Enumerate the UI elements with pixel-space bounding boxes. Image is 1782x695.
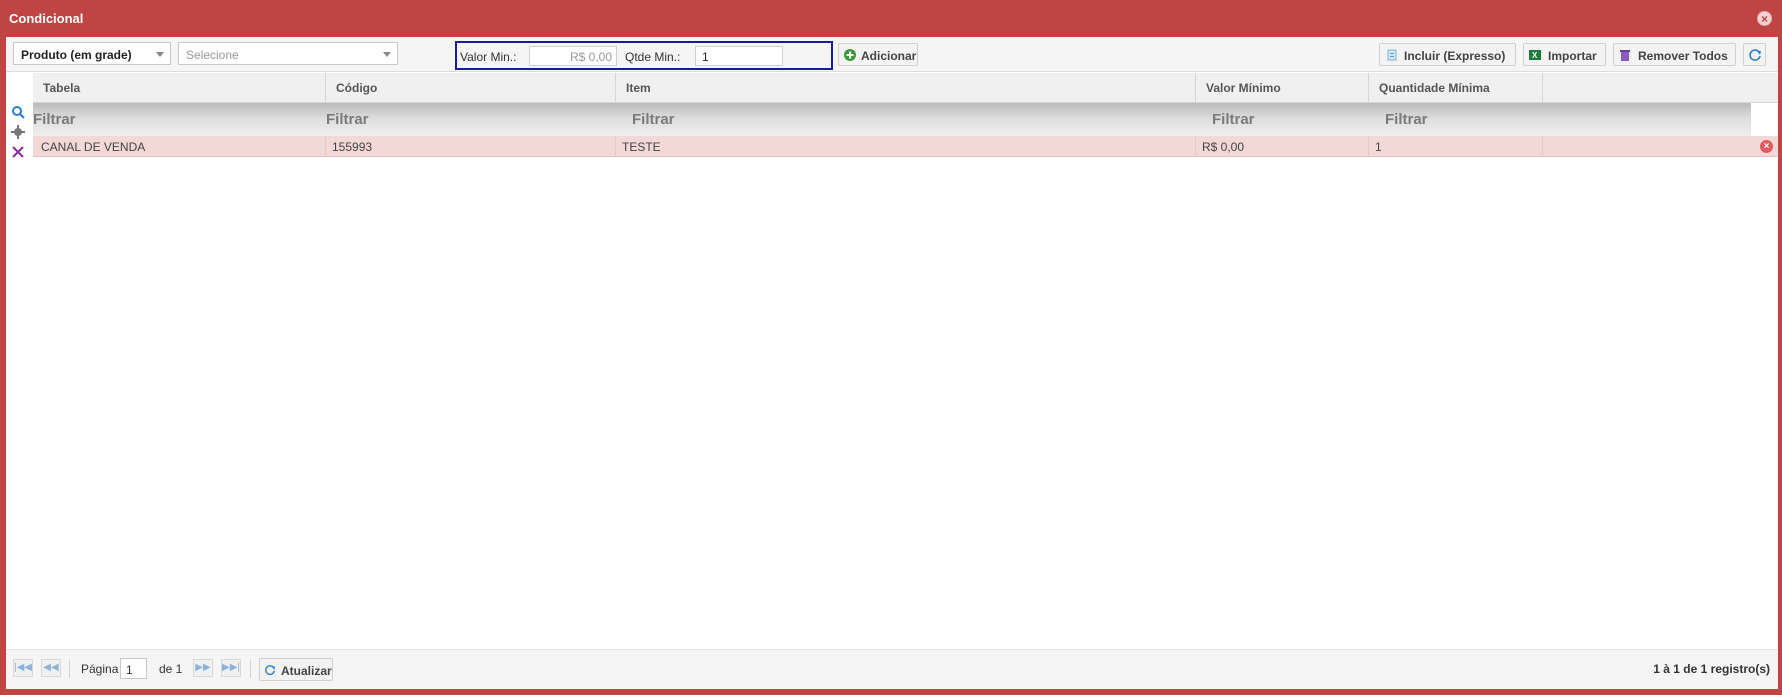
column-header-valor-minimo[interactable]: Valor Mínimo xyxy=(1196,73,1369,103)
remover-todos-label: Remover Todos xyxy=(1638,49,1728,63)
grid-side-tools xyxy=(6,73,30,613)
condicional-window: Condicional × Produto (em grade) Selecio… xyxy=(0,0,1782,695)
chevron-down-icon xyxy=(156,52,164,57)
first-page-icon[interactable]: |◀◀ xyxy=(13,659,33,677)
column-header-tabela[interactable]: Tabela xyxy=(33,73,326,103)
incluir-label: Incluir (Expresso) xyxy=(1404,49,1506,63)
type-select[interactable]: Produto (em grade) xyxy=(13,42,171,65)
atualizar-button[interactable]: Atualizar xyxy=(259,658,333,681)
cell-quantidade-minima: 1 xyxy=(1369,136,1543,157)
filter-tabela[interactable]: Filtrar xyxy=(33,103,326,136)
filter-valor-minimo[interactable]: Filtrar xyxy=(1196,103,1369,136)
item-select[interactable]: Selecione xyxy=(178,42,398,65)
refresh-icon xyxy=(1749,49,1761,61)
column-header-item[interactable]: Item xyxy=(616,73,1196,103)
importar-button[interactable]: X Importar xyxy=(1523,43,1606,66)
cell-tabela: CANAL DE VENDA xyxy=(33,136,326,157)
svg-text:X: X xyxy=(1532,51,1538,60)
remover-todos-button[interactable]: Remover Todos xyxy=(1613,43,1736,66)
window-title: Condicional xyxy=(9,11,84,26)
qtde-min-input[interactable]: 1 xyxy=(695,46,783,66)
valor-min-input[interactable]: R$ 0,00 xyxy=(529,46,617,66)
delete-row-icon[interactable]: × xyxy=(1760,140,1773,153)
record-summary: 1 à 1 de 1 registro(s) xyxy=(1653,662,1770,676)
page-of-label: de 1 xyxy=(159,662,183,676)
cell-item: TESTE xyxy=(616,136,1196,157)
item-select-placeholder: Selecione xyxy=(186,48,239,62)
page-input[interactable]: 1 xyxy=(120,658,147,679)
prev-page-icon[interactable]: ◀◀ xyxy=(41,659,61,677)
incluir-icon xyxy=(1387,49,1397,61)
next-page-icon[interactable]: ▶▶ xyxy=(193,659,213,677)
last-page-icon[interactable]: ▶▶| xyxy=(221,659,241,677)
cell-codigo: 155993 xyxy=(326,136,616,157)
gear-icon[interactable] xyxy=(11,125,25,139)
trash-icon xyxy=(1620,50,1630,61)
search-icon[interactable] xyxy=(11,105,25,119)
incluir-expresso-button[interactable]: Incluir (Expresso) xyxy=(1379,43,1516,66)
adicionar-label: Adicionar xyxy=(861,49,917,63)
filter-item[interactable]: Filtrar xyxy=(616,103,1196,136)
add-icon xyxy=(844,49,856,61)
adicionar-button[interactable]: Adicionar xyxy=(838,43,918,66)
excel-icon: X xyxy=(1529,50,1541,60)
min-values-box: Valor Min.: R$ 0,00 Qtde Min.: 1 xyxy=(455,41,833,70)
table-row[interactable]: CANAL DE VENDA 155993 TESTE R$ 0,00 1 × xyxy=(33,136,1778,157)
chevron-down-icon xyxy=(383,52,391,57)
atualizar-label: Atualizar xyxy=(281,664,332,678)
grid-header: Tabela Código Item Valor Mínimo Quantida… xyxy=(33,73,1778,103)
refresh-button[interactable] xyxy=(1743,43,1766,66)
refresh-icon xyxy=(265,665,276,676)
importar-label: Importar xyxy=(1548,49,1597,63)
column-header-quantidade-minima[interactable]: Quantidade Mínima xyxy=(1369,73,1543,103)
pager-divider xyxy=(69,660,70,678)
valor-min-label: Valor Min.: xyxy=(460,50,517,64)
filter-codigo[interactable]: Filtrar xyxy=(326,103,616,136)
page-label: Página xyxy=(81,662,119,676)
toolbar: Produto (em grade) Selecione Valor Min.:… xyxy=(6,37,1778,72)
clear-filter-icon[interactable] xyxy=(12,146,24,158)
filter-row: Filtrar Filtrar Filtrar Filtrar Filtrar xyxy=(33,103,1751,136)
pager-divider xyxy=(250,660,251,678)
type-select-value: Produto (em grade) xyxy=(21,48,132,62)
filter-quantidade-minima[interactable]: Filtrar xyxy=(1369,103,1543,136)
title-bar: Condicional × xyxy=(0,0,1782,37)
pager: |◀◀ ◀◀ Página 1 de 1 ▶▶ ▶▶| Atualizar 1 … xyxy=(6,649,1778,689)
cell-valor-minimo: R$ 0,00 xyxy=(1196,136,1369,157)
window-body: Produto (em grade) Selecione Valor Min.:… xyxy=(6,37,1778,689)
qtde-min-label: Qtde Min.: xyxy=(625,50,681,64)
close-icon[interactable]: × xyxy=(1757,11,1772,26)
column-header-codigo[interactable]: Código xyxy=(326,73,616,103)
